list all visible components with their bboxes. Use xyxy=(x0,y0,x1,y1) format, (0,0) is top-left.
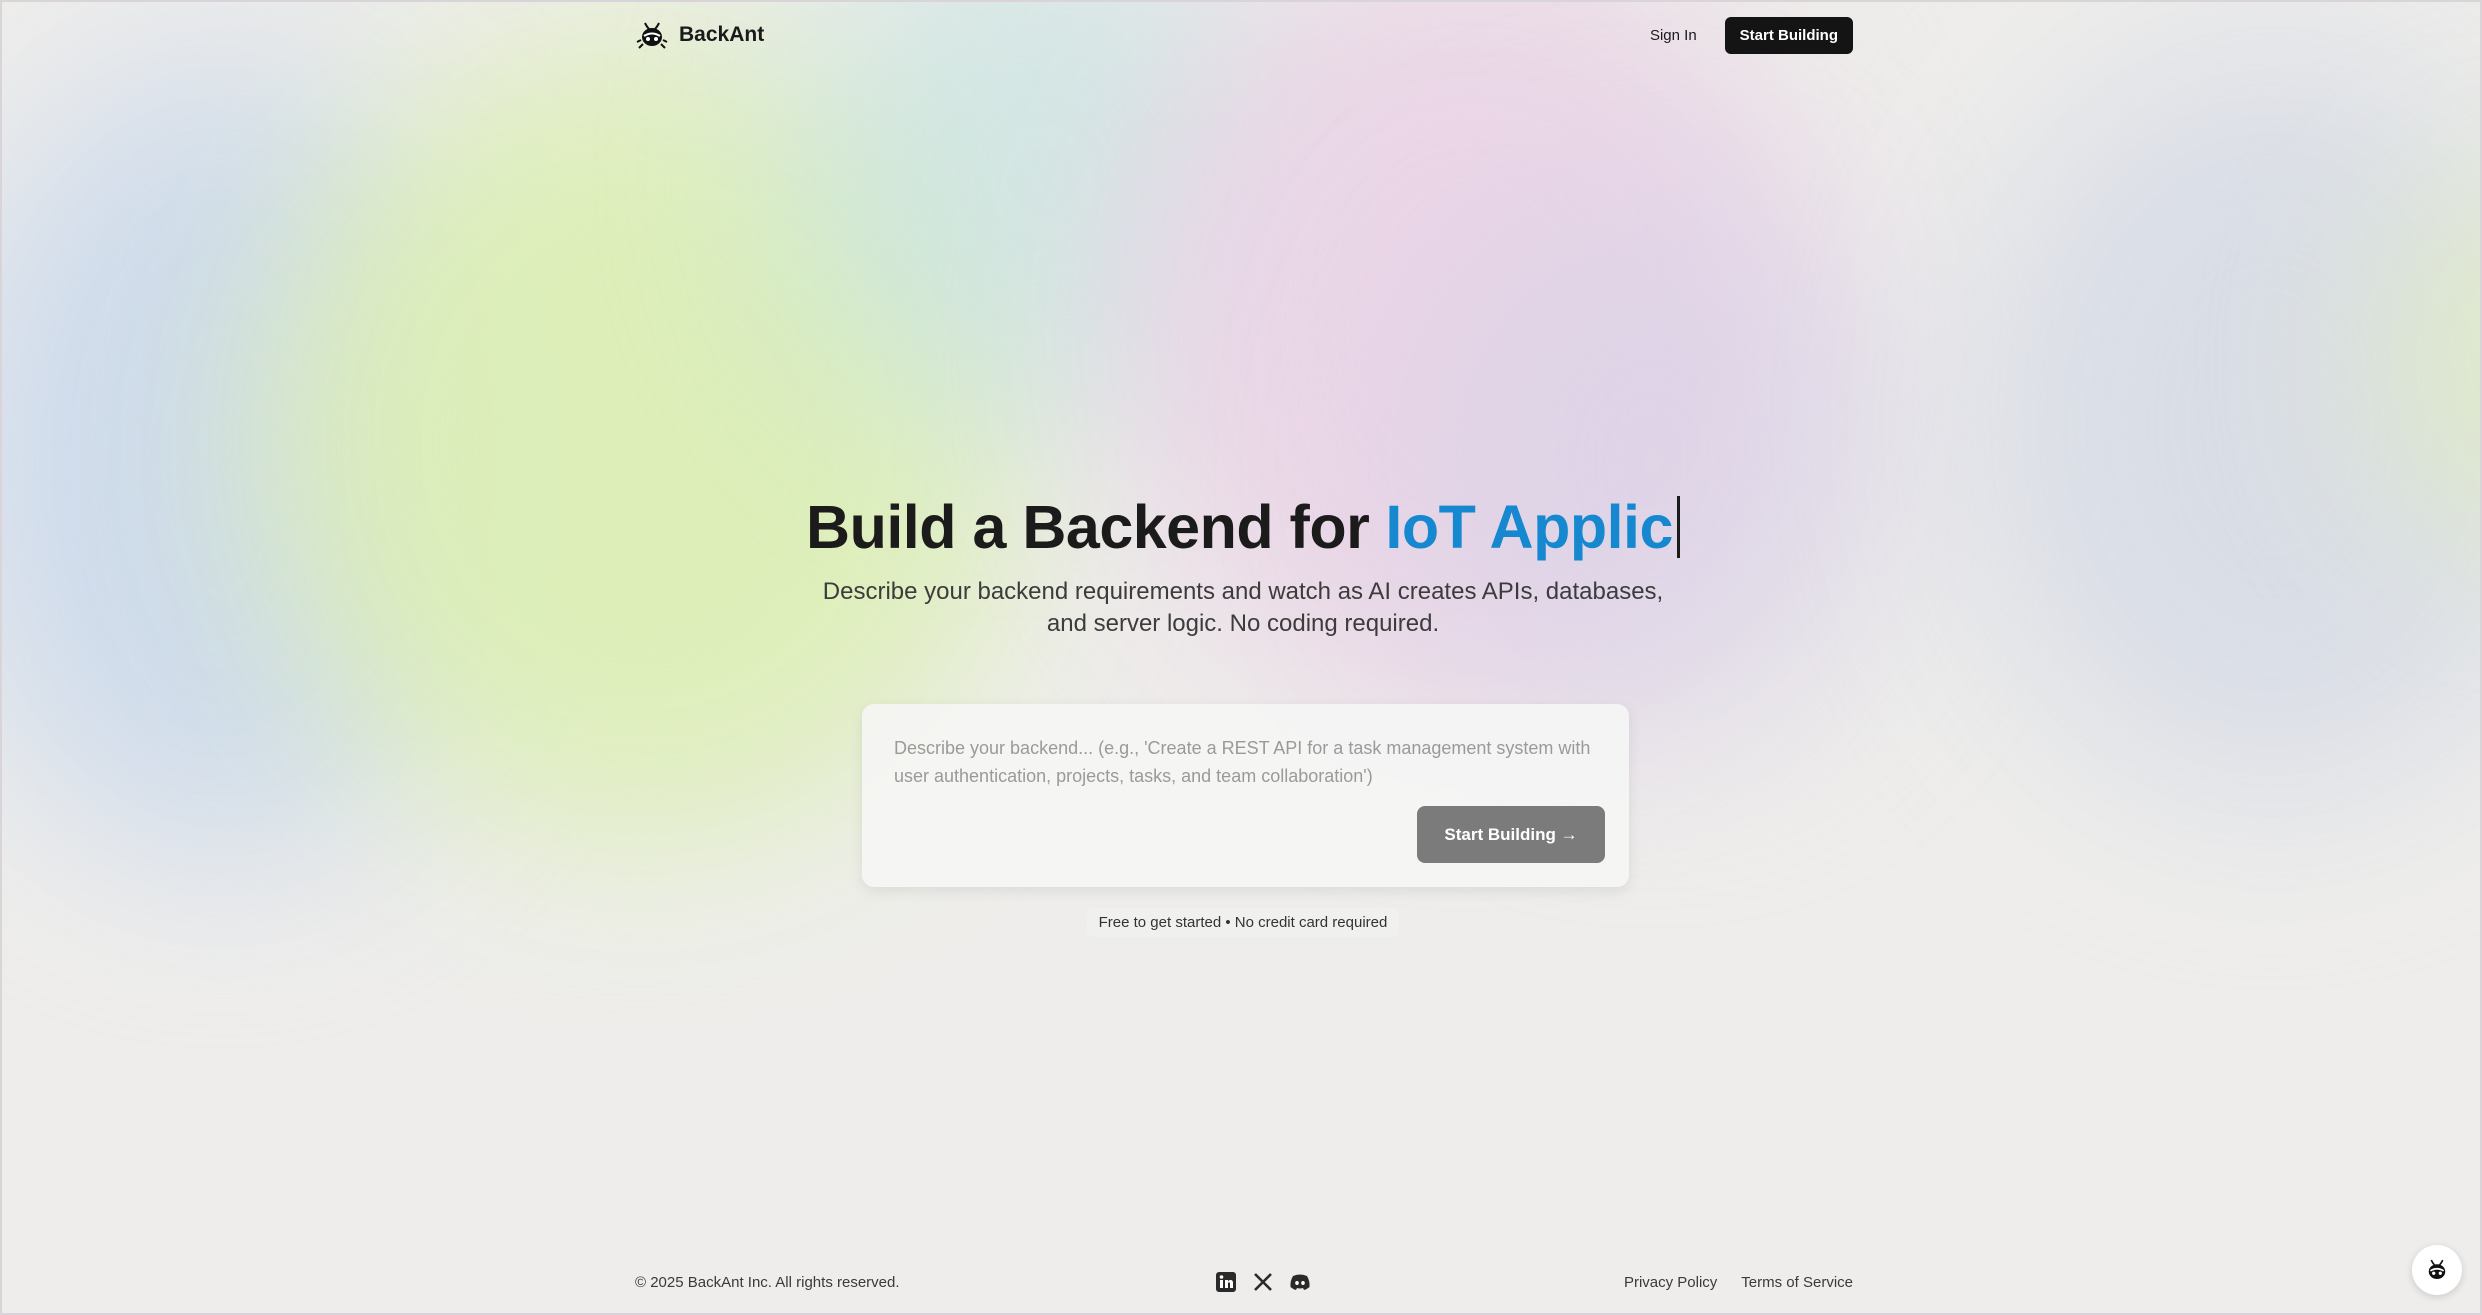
typing-caret xyxy=(1676,496,1680,558)
ant-icon xyxy=(636,22,668,49)
footer: © 2025 BackAnt Inc. All rights reserved. xyxy=(635,1264,1853,1300)
hero-subtitle-line: and server logic. No coding required. xyxy=(1046,610,1440,637)
start-building-submit-button[interactable]: Start Building → xyxy=(1417,806,1605,863)
brand-link[interactable]: BackAnt xyxy=(635,18,764,52)
hero-subtitle: Describe your backend requirements and w… xyxy=(2,576,2480,640)
start-building-nav-button[interactable]: Start Building xyxy=(1724,16,1853,54)
social-links xyxy=(1214,1271,1311,1294)
background-blob xyxy=(1402,182,1902,742)
landing-page: BackAnt Sign In Start Building Build a B… xyxy=(0,0,2482,1315)
hero-title-typed: IoT Applic xyxy=(1385,493,1673,561)
legal-links: Privacy Policy Terms of Service xyxy=(1624,1274,1853,1291)
discord-icon[interactable] xyxy=(1288,1271,1311,1294)
nav-actions: Sign In Start Building xyxy=(1650,16,1853,54)
terms-of-service-link[interactable]: Terms of Service xyxy=(1741,1274,1853,1291)
brand-name: BackAnt xyxy=(679,23,765,46)
prompt-card: Start Building → xyxy=(862,704,1629,887)
hero-subtitle-line: Describe your backend requirements and w… xyxy=(822,578,1664,605)
hero-title: Build a Backend for IoT Applic xyxy=(806,492,1680,562)
top-nav: BackAnt Sign In Start Building xyxy=(635,2,1853,68)
chat-widget-button[interactable] xyxy=(2412,1245,2462,1295)
hero: Build a Backend for IoT Applic Describe … xyxy=(2,492,2480,640)
sign-in-link[interactable]: Sign In xyxy=(1650,27,1697,44)
x-icon[interactable] xyxy=(1251,1271,1274,1294)
hero-title-prefix: Build a Backend for xyxy=(806,493,1370,561)
privacy-policy-link[interactable]: Privacy Policy xyxy=(1624,1274,1717,1291)
backend-description-input[interactable] xyxy=(894,734,1597,804)
free-note-text: Free to get started • No credit card req… xyxy=(1086,908,1400,937)
copyright-text: © 2025 BackAnt Inc. All rights reserved. xyxy=(635,1273,900,1291)
ant-icon xyxy=(2428,1259,2446,1280)
free-note: Free to get started • No credit card req… xyxy=(2,908,2480,937)
linkedin-icon[interactable] xyxy=(1214,1271,1237,1294)
